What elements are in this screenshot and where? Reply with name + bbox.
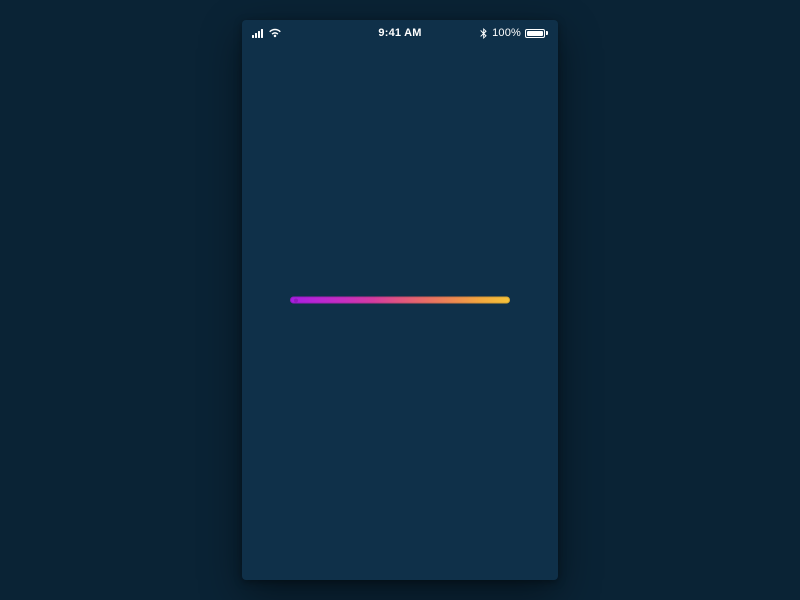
battery-icon — [525, 29, 545, 38]
progress-bar-container — [290, 297, 510, 304]
phone-frame: 9:41 AM 100% — [242, 20, 558, 580]
progress-start-cap-icon — [294, 298, 298, 302]
status-bar: 9:41 AM 100% — [242, 20, 558, 46]
status-right: 100% — [468, 27, 548, 39]
battery-indicator: 100% — [492, 27, 548, 39]
cellular-signal-icon — [252, 28, 263, 38]
battery-percent-label: 100% — [492, 27, 521, 39]
bluetooth-icon — [480, 28, 487, 39]
status-left — [252, 28, 332, 38]
wifi-icon — [268, 28, 282, 38]
status-time: 9:41 AM — [332, 27, 468, 39]
progress-bar[interactable] — [290, 297, 510, 304]
